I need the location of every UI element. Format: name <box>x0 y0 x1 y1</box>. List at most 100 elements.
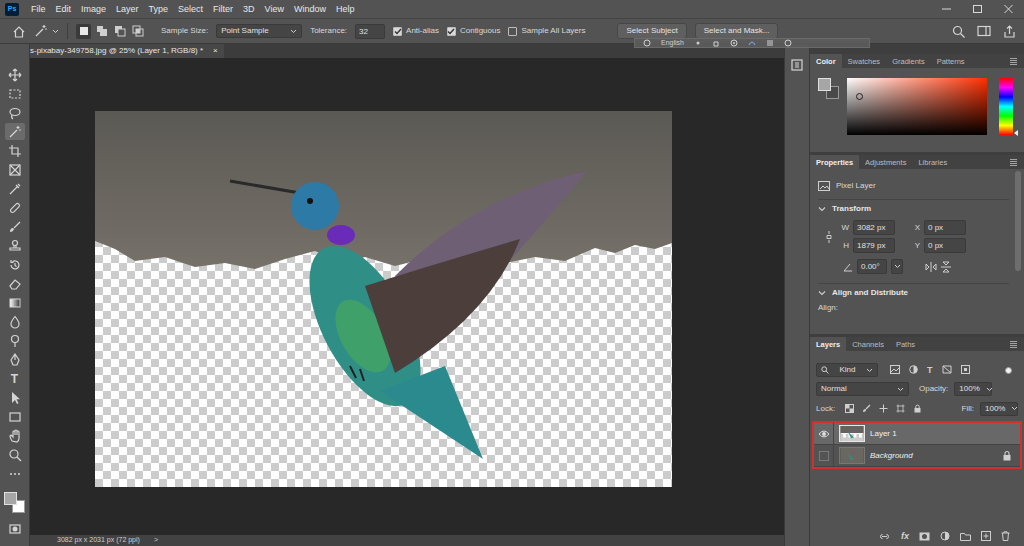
visibility-toggle[interactable] <box>814 445 834 467</box>
link-layers-icon[interactable] <box>878 532 891 541</box>
adjustment-filter-icon[interactable] <box>909 365 918 374</box>
tool-button[interactable] <box>5 237 25 254</box>
panel-menu-icon[interactable] <box>1009 158 1018 166</box>
menu-item[interactable]: 3D <box>238 3 260 16</box>
panel-tab[interactable]: Color <box>810 54 842 68</box>
maximize-icon[interactable] <box>972 4 983 14</box>
photo-canvas[interactable] <box>95 111 672 487</box>
panel-tab[interactable]: Gradients <box>886 54 931 68</box>
new-group-icon[interactable] <box>960 532 971 541</box>
angle-dropdown[interactable] <box>891 259 903 274</box>
dropdown-arrow-icon[interactable] <box>1011 406 1018 411</box>
menu-item[interactable]: Help <box>331 3 360 16</box>
tool-button[interactable] <box>5 161 25 178</box>
tolerance-field[interactable] <box>355 24 385 39</box>
flip-horizontal-icon[interactable] <box>925 262 937 272</box>
layer-row[interactable]: Background <box>814 445 1020 467</box>
dropdown-arrow-icon[interactable] <box>866 368 873 373</box>
color-swatches[interactable] <box>818 78 840 100</box>
tool-button[interactable] <box>5 351 25 368</box>
image-filter-icon[interactable] <box>890 365 900 374</box>
panel-tab[interactable]: Channels <box>846 337 890 351</box>
smart-object-filter-icon[interactable] <box>961 365 970 374</box>
tool-button[interactable] <box>5 180 25 197</box>
angle-field[interactable]: 0.00° <box>857 259 887 274</box>
tool-button[interactable]: T <box>5 370 25 387</box>
search-icon[interactable] <box>952 25 965 38</box>
transform-field[interactable]: 0 px <box>924 220 966 235</box>
tool-button[interactable] <box>5 218 25 235</box>
checkbox[interactable] <box>447 27 456 36</box>
panel-menu-icon[interactable] <box>1009 340 1018 348</box>
checkbox[interactable] <box>508 27 517 36</box>
delete-icon[interactable] <box>1001 531 1010 541</box>
workspace-icon[interactable] <box>977 25 991 37</box>
transform-field[interactable]: 0 px <box>924 238 966 253</box>
shape-filter-icon[interactable] <box>942 365 952 374</box>
input-method-bar[interactable]: English <box>634 38 870 48</box>
scrollbar-thumb[interactable] <box>1015 171 1021 271</box>
dropdown-arrow-icon[interactable] <box>290 29 297 34</box>
select-subject-button[interactable]: Select Subject <box>617 23 686 39</box>
hue-slider[interactable] <box>999 78 1013 135</box>
panel-tab[interactable]: Libraries <box>912 155 953 169</box>
history-icon[interactable] <box>790 58 804 72</box>
menu-item[interactable]: View <box>260 3 289 16</box>
tool-button[interactable] <box>5 256 25 273</box>
tool-button[interactable] <box>5 446 25 463</box>
layer-row[interactable]: Layer 1 <box>814 423 1020 445</box>
transform-field[interactable]: 1879 px <box>853 238 895 253</box>
checkbox-option[interactable]: Sample All Layers <box>508 26 585 36</box>
menu-item[interactable]: Edit <box>51 3 77 16</box>
lock-all-icon[interactable] <box>913 404 922 413</box>
quick-mask-button[interactable] <box>5 520 25 537</box>
tool-button[interactable] <box>5 294 25 311</box>
fill-field[interactable]: 100% <box>980 402 1018 416</box>
add-mask-icon[interactable] <box>919 532 930 541</box>
lock-pixels-icon[interactable] <box>862 404 871 413</box>
link-icon[interactable] <box>825 230 833 244</box>
document-tab[interactable]: s-pixabay-349758.jpg @ 25% (Layer 1, RGB… <box>30 44 224 58</box>
hue-slider-handle[interactable] <box>1014 130 1018 136</box>
checkbox[interactable] <box>393 27 402 36</box>
panel-tab[interactable]: Layers <box>810 337 846 351</box>
home-icon[interactable] <box>12 25 26 38</box>
panel-tab[interactable]: Swatches <box>842 54 887 68</box>
chevron-icon[interactable] <box>818 205 826 213</box>
tool-button[interactable] <box>5 465 25 482</box>
tool-button[interactable] <box>5 199 25 216</box>
new-layer-icon[interactable] <box>981 531 991 541</box>
close-icon[interactable] <box>1003 4 1014 14</box>
align-header[interactable]: Align and Distribute <box>818 286 1009 300</box>
color-swatches[interactable] <box>4 492 26 514</box>
tool-button[interactable] <box>5 332 25 349</box>
adjustment-layer-icon[interactable] <box>940 531 950 541</box>
filter-kind-dropdown[interactable]: Kind <box>816 363 878 377</box>
menu-item[interactable]: Image <box>76 3 111 16</box>
tool-button[interactable] <box>5 389 25 406</box>
chevron-icon[interactable] <box>818 289 826 297</box>
close-tab-button[interactable]: × <box>213 46 218 56</box>
transform-header[interactable]: Transform <box>818 202 1009 216</box>
tool-button[interactable] <box>5 66 25 83</box>
tool-preset-picker[interactable] <box>34 24 59 38</box>
panel-tab[interactable]: Properties <box>810 155 859 169</box>
visibility-toggle[interactable] <box>814 423 834 445</box>
lock-position-icon[interactable] <box>879 404 888 413</box>
selection-mode-button[interactable] <box>112 24 127 39</box>
panel-tab[interactable]: Paths <box>890 337 921 351</box>
tool-button[interactable] <box>5 313 25 330</box>
menu-item[interactable]: File <box>26 3 51 16</box>
foreground-color[interactable] <box>4 492 17 505</box>
tool-button[interactable] <box>5 275 25 292</box>
dropdown-arrow-icon[interactable] <box>986 387 993 392</box>
panel-tab[interactable]: Adjustments <box>859 155 912 169</box>
menu-item[interactable]: Layer <box>111 3 144 16</box>
share-icon[interactable] <box>1003 25 1016 38</box>
select-and-mask-button[interactable]: Select and Mask... <box>695 23 779 39</box>
tool-button[interactable] <box>5 142 25 159</box>
status-menu-button[interactable]: > <box>154 536 158 544</box>
selection-mode-button[interactable] <box>76 24 91 39</box>
tool-button[interactable] <box>5 408 25 425</box>
lock-artboard-icon[interactable] <box>896 404 905 413</box>
